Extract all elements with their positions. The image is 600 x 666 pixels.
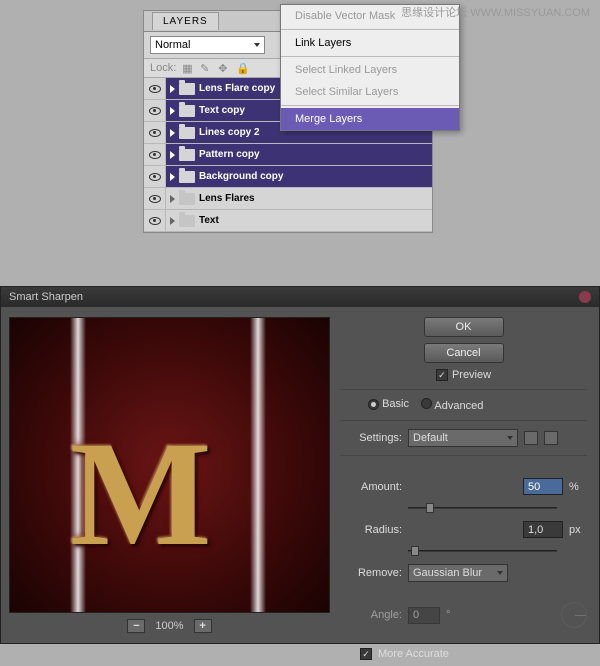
visibility-toggle[interactable] xyxy=(144,100,166,121)
advanced-radio[interactable] xyxy=(421,398,432,409)
layer-name: Pattern copy xyxy=(199,149,260,160)
disclosure-triangle-icon[interactable] xyxy=(170,173,175,181)
folder-icon xyxy=(179,171,195,183)
layer-name: Text xyxy=(199,215,219,226)
angle-input xyxy=(408,607,440,624)
eye-icon xyxy=(149,195,161,203)
zoom-in-button[interactable]: + xyxy=(194,619,212,633)
disclosure-triangle-icon[interactable] xyxy=(170,85,175,93)
disclosure-triangle-icon[interactable] xyxy=(170,195,175,203)
folder-icon xyxy=(179,149,195,161)
layer-name: Lens Flare copy xyxy=(199,83,275,94)
folder-icon xyxy=(179,105,195,117)
chevron-down-icon xyxy=(507,436,513,440)
layer-name: Lens Flares xyxy=(199,193,255,204)
angle-label: Angle: xyxy=(340,609,402,621)
amount-slider[interactable] xyxy=(408,501,557,515)
lock-all-icon[interactable]: 🔒 xyxy=(236,62,248,74)
lock-move-icon[interactable]: ✥ xyxy=(218,62,230,74)
eye-icon xyxy=(149,107,161,115)
settings-label: Settings: xyxy=(340,432,402,444)
zoom-level: 100% xyxy=(155,620,183,632)
chevron-down-icon xyxy=(497,571,503,575)
radius-label: Radius: xyxy=(340,524,402,536)
radius-slider[interactable] xyxy=(408,544,557,558)
chevron-down-icon xyxy=(254,43,260,47)
disclosure-triangle-icon[interactable] xyxy=(170,129,175,137)
eye-icon xyxy=(149,173,161,181)
dialog-titlebar: Smart Sharpen xyxy=(1,287,599,307)
layer-name: Lines copy 2 xyxy=(199,127,260,138)
angle-dial xyxy=(561,602,587,628)
more-accurate-label: More Accurate xyxy=(378,648,449,660)
lock-label: Lock: xyxy=(150,62,176,74)
eye-icon xyxy=(149,85,161,93)
cancel-button[interactable]: Cancel xyxy=(424,343,504,363)
eye-icon xyxy=(149,129,161,137)
close-icon[interactable] xyxy=(579,291,591,303)
save-preset-icon[interactable] xyxy=(524,431,538,445)
disclosure-triangle-icon[interactable] xyxy=(170,107,175,115)
blend-mode-value: Normal xyxy=(155,39,190,51)
remove-dropdown[interactable]: Gaussian Blur xyxy=(408,564,508,582)
menu-item[interactable]: Link Layers xyxy=(281,32,459,54)
smart-sharpen-dialog: Smart Sharpen M − 100% + OK Cancel ✓ Pre… xyxy=(0,286,600,644)
layer-row[interactable]: Pattern copy xyxy=(144,144,432,166)
disclosure-triangle-icon[interactable] xyxy=(170,217,175,225)
basic-label: Basic xyxy=(382,398,409,410)
angle-unit: ° xyxy=(446,609,450,621)
visibility-toggle[interactable] xyxy=(144,78,166,99)
lock-transparency-icon[interactable]: ▦ xyxy=(182,62,194,74)
layer-row[interactable]: Lens Flares xyxy=(144,188,432,210)
more-accurate-checkbox[interactable]: ✓ xyxy=(360,648,372,660)
eye-icon xyxy=(149,217,161,225)
layer-row[interactable]: Text xyxy=(144,210,432,232)
watermark-text: 思缘设计论坛 WWW.MISSYUAN.COM xyxy=(401,4,590,20)
visibility-toggle[interactable] xyxy=(144,122,166,143)
advanced-label: Advanced xyxy=(434,400,483,412)
delete-preset-icon[interactable] xyxy=(544,431,558,445)
preview-label: Preview xyxy=(452,369,491,381)
amount-label: Amount: xyxy=(340,481,402,493)
folder-icon xyxy=(179,127,195,139)
eye-icon xyxy=(149,151,161,159)
basic-radio[interactable] xyxy=(368,399,379,410)
remove-label: Remove: xyxy=(340,567,402,579)
folder-icon xyxy=(179,215,195,227)
settings-value: Default xyxy=(413,432,448,444)
radius-input[interactable] xyxy=(523,521,563,538)
layers-tab[interactable]: LAYERS xyxy=(152,12,219,30)
settings-dropdown[interactable]: Default xyxy=(408,429,518,447)
preview-image[interactable]: M xyxy=(9,317,330,613)
lock-paint-icon[interactable]: ✎ xyxy=(200,62,212,74)
folder-icon xyxy=(179,193,195,205)
zoom-controls: − 100% + xyxy=(9,613,330,639)
radius-unit: px xyxy=(569,524,587,536)
layer-row[interactable]: Background copy xyxy=(144,166,432,188)
menu-item: Select Similar Layers xyxy=(281,81,459,103)
visibility-toggle[interactable] xyxy=(144,166,166,187)
advanced-radio-row[interactable]: Advanced xyxy=(421,398,483,412)
folder-icon xyxy=(179,83,195,95)
visibility-toggle[interactable] xyxy=(144,188,166,209)
layer-name: Text copy xyxy=(199,105,245,116)
menu-item[interactable]: Merge Layers xyxy=(281,108,459,130)
visibility-toggle[interactable] xyxy=(144,210,166,231)
basic-radio-row[interactable]: Basic xyxy=(368,398,409,412)
visibility-toggle[interactable] xyxy=(144,144,166,165)
amount-input[interactable] xyxy=(523,478,563,495)
menu-item: Select Linked Layers xyxy=(281,59,459,81)
zoom-out-button[interactable]: − xyxy=(127,619,145,633)
layer-context-menu: Disable Vector MaskLink LayersSelect Lin… xyxy=(280,4,460,131)
amount-unit: % xyxy=(569,481,587,493)
disclosure-triangle-icon[interactable] xyxy=(170,151,175,159)
blend-mode-dropdown[interactable]: Normal xyxy=(150,36,265,54)
ok-button[interactable]: OK xyxy=(424,317,504,337)
preview-checkbox[interactable]: ✓ xyxy=(436,369,448,381)
remove-value: Gaussian Blur xyxy=(413,567,482,579)
dialog-title: Smart Sharpen xyxy=(9,291,83,303)
layer-name: Background copy xyxy=(199,171,283,182)
